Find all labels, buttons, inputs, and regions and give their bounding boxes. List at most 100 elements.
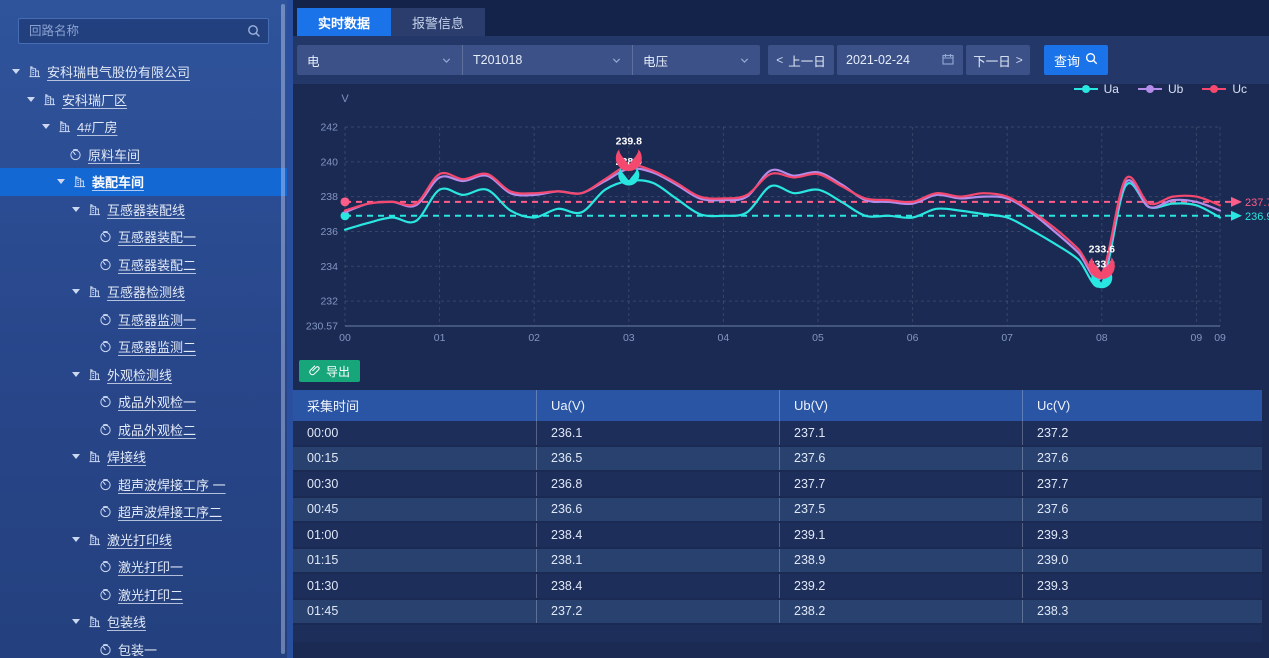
device-tree: 安科瑞电气股份有限公司安科瑞厂区4#厂房原料车间装配车间互感器装配线互感器装配一… xyxy=(0,58,287,658)
legend-marker-icon xyxy=(1073,84,1099,94)
tree-item[interactable]: 互感器检测线 xyxy=(0,278,287,306)
svg-text:01: 01 xyxy=(434,332,446,344)
building-icon xyxy=(58,120,71,133)
meter-icon xyxy=(99,258,112,271)
chevron-right-icon: > xyxy=(1016,53,1023,67)
expand-arrow-icon[interactable] xyxy=(27,97,35,102)
svg-text:238: 238 xyxy=(320,191,338,203)
tree-item[interactable]: 激光打印一 xyxy=(0,553,287,581)
tree-item[interactable]: 包装线 xyxy=(0,608,287,636)
table-cell: 238.2 xyxy=(779,600,1022,624)
tree-item[interactable]: 原料车间 xyxy=(0,141,287,169)
table-header-cell: Ua(V) xyxy=(536,390,779,421)
tree-item[interactable]: 成品外观检二 xyxy=(0,416,287,444)
expand-arrow-icon[interactable] xyxy=(57,179,65,184)
table-cell: 237.7 xyxy=(1022,472,1262,496)
svg-text:02: 02 xyxy=(528,332,540,344)
filter-bar: 电 T201018电压 < 上一日 2021-02-24 下一日 > xyxy=(293,36,1269,84)
expand-arrow-icon[interactable] xyxy=(42,124,50,129)
table-cell: 236.8 xyxy=(536,472,779,496)
data-table: 采集时间Ua(V)Ub(V)Uc(V)00:00236.1237.1237.20… xyxy=(293,390,1262,642)
select-group: 电 T201018电压 xyxy=(297,45,760,75)
tree-item[interactable]: 焊接线 xyxy=(0,443,287,471)
legend-item-ub[interactable]: Ub xyxy=(1137,82,1183,96)
expand-arrow-icon[interactable] xyxy=(72,289,80,294)
next-day-button[interactable]: 下一日 > xyxy=(966,45,1030,75)
next-day-label: 下一日 xyxy=(973,51,1011,70)
legend-label: Uc xyxy=(1232,82,1247,96)
select-energy-type[interactable]: 电 xyxy=(297,45,462,75)
export-label: 导出 xyxy=(326,363,350,380)
table-cell: 237.6 xyxy=(1022,447,1262,471)
tree-item-label: 激光打印线 xyxy=(107,530,172,549)
expand-arrow-icon[interactable] xyxy=(72,207,80,212)
tree-item[interactable]: 超声波焊接工序二 xyxy=(0,498,287,526)
table-row: 00:45236.6237.5237.6 xyxy=(293,498,1262,524)
tree-item[interactable]: 装配车间 xyxy=(0,168,287,196)
tree-item-label: 互感器装配一 xyxy=(118,227,196,246)
table-header-cell: Ub(V) xyxy=(779,390,1022,421)
tree-item-label: 包装一 xyxy=(118,640,157,658)
tab-alarm-info[interactable]: 报警信息 xyxy=(391,8,485,36)
search-input[interactable] xyxy=(18,18,269,44)
tree-item-label: 激光打印二 xyxy=(118,585,183,604)
tree-item[interactable]: 包装一 xyxy=(0,636,287,658)
tree-item[interactable]: 安科瑞电气股份有限公司 xyxy=(0,58,287,86)
query-label: 查询 xyxy=(1054,51,1080,70)
tree-item[interactable]: 4#厂房 xyxy=(0,113,287,141)
table-row: 00:00236.1237.1237.2 xyxy=(293,421,1262,447)
table-row: 01:00238.4239.1239.3 xyxy=(293,523,1262,549)
select-parameter[interactable]: 电压 xyxy=(632,45,760,75)
search-icon[interactable] xyxy=(247,24,261,43)
expand-arrow-icon[interactable] xyxy=(72,537,80,542)
building-icon xyxy=(88,450,101,463)
svg-text:00: 00 xyxy=(339,332,351,344)
prev-day-button[interactable]: < 上一日 xyxy=(768,45,834,75)
export-button[interactable]: 导出 xyxy=(299,360,360,382)
meter-icon xyxy=(99,643,112,656)
tree-item[interactable]: 外观检测线 xyxy=(0,361,287,389)
tree-item[interactable]: 互感器装配一 xyxy=(0,223,287,251)
select-device[interactable]: T201018 xyxy=(462,45,632,75)
tree-item[interactable]: 互感器装配线 xyxy=(0,196,287,224)
table-cell: 237.7 xyxy=(779,472,1022,496)
table-cell: 237.5 xyxy=(779,498,1022,522)
expand-arrow-icon[interactable] xyxy=(72,454,80,459)
table-cell: 238.4 xyxy=(536,523,779,547)
table-row xyxy=(293,625,1262,642)
tree-item[interactable]: 成品外观检一 xyxy=(0,388,287,416)
tree-item-label: 装配车间 xyxy=(92,172,144,191)
table-cell: 01:30 xyxy=(293,574,536,598)
table-cell: 239.1 xyxy=(779,523,1022,547)
tree-item[interactable]: 超声波焊接工序 一 xyxy=(0,471,287,499)
expand-arrow-icon[interactable] xyxy=(72,619,80,624)
chevron-down-icon xyxy=(441,55,452,66)
tree-item[interactable]: 互感器监测二 xyxy=(0,333,287,361)
svg-text:08: 08 xyxy=(1096,332,1108,344)
tree-item[interactable]: 激光打印二 xyxy=(0,581,287,609)
building-icon xyxy=(73,175,86,188)
expand-arrow-icon[interactable] xyxy=(12,69,20,74)
tree-item[interactable]: 安科瑞厂区 xyxy=(0,86,287,114)
legend-item-ua[interactable]: Ua xyxy=(1073,82,1119,96)
svg-text:232: 232 xyxy=(320,296,338,308)
date-input[interactable]: 2021-02-24 xyxy=(837,45,963,75)
svg-text:09: 09 xyxy=(1214,332,1226,344)
meter-icon xyxy=(99,588,112,601)
building-icon xyxy=(88,533,101,546)
svg-text:09: 09 xyxy=(1191,332,1203,344)
expand-arrow-icon[interactable] xyxy=(72,372,80,377)
tree-item-label: 成品外观检二 xyxy=(118,420,196,439)
tree-item[interactable]: 互感器装配二 xyxy=(0,251,287,279)
tab-bar: 实时数据报警信息 xyxy=(293,0,1269,36)
tree-item[interactable]: 激光打印线 xyxy=(0,526,287,554)
tree-item-label: 互感器检测线 xyxy=(107,282,185,301)
tab-realtime-data[interactable]: 实时数据 xyxy=(297,8,391,36)
query-button[interactable]: 查询 xyxy=(1044,45,1108,75)
sidebar-scrollbar[interactable] xyxy=(281,4,285,654)
legend-item-uc[interactable]: Uc xyxy=(1201,82,1247,96)
table-cell: 236.1 xyxy=(536,421,779,445)
tree-item[interactable]: 互感器监测一 xyxy=(0,306,287,334)
calendar-icon xyxy=(942,53,954,68)
select-value: 电 xyxy=(307,51,320,70)
